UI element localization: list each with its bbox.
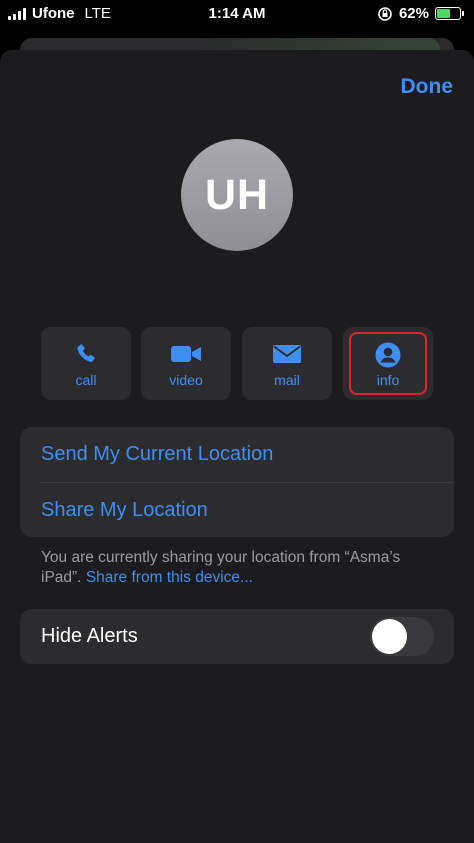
person-icon bbox=[375, 342, 401, 368]
battery-percent: 62% bbox=[398, 5, 429, 22]
hide-alerts-toggle[interactable] bbox=[370, 617, 434, 656]
avatar-initials: UH bbox=[204, 170, 270, 219]
alerts-group: Hide Alerts bbox=[20, 609, 454, 664]
video-label: video bbox=[169, 372, 203, 388]
video-camera-icon bbox=[171, 346, 201, 362]
location-footnote: You are currently sharing your location … bbox=[41, 548, 441, 588]
location-group: Send My Current Location Share My Locati… bbox=[20, 427, 454, 537]
status-bar: Ufone LTE 1:14 AM 62% bbox=[0, 0, 474, 28]
info-button[interactable]: info bbox=[343, 327, 433, 400]
hide-alerts-label: Hide Alerts bbox=[41, 625, 138, 647]
mail-label: mail bbox=[274, 372, 300, 388]
phone-icon bbox=[77, 344, 95, 362]
share-location-row[interactable]: Share My Location bbox=[41, 483, 454, 538]
info-label: info bbox=[376, 372, 400, 388]
call-button[interactable]: call bbox=[41, 327, 131, 400]
envelope-icon bbox=[273, 345, 301, 363]
avatar: UH bbox=[181, 139, 293, 251]
action-buttons: call video mail info bbox=[41, 327, 433, 400]
rotation-lock-icon bbox=[378, 6, 392, 21]
call-label: call bbox=[75, 372, 97, 388]
video-button[interactable]: video bbox=[141, 327, 231, 400]
send-current-location-row[interactable]: Send My Current Location bbox=[41, 427, 454, 482]
battery-charging-icon bbox=[435, 7, 464, 20]
mail-button[interactable]: mail bbox=[242, 327, 332, 400]
done-button[interactable]: Done bbox=[401, 75, 454, 99]
status-right: 62% bbox=[377, 5, 464, 22]
share-from-device-link[interactable]: Share from this device... bbox=[86, 569, 253, 586]
toggle-knob bbox=[372, 619, 407, 654]
